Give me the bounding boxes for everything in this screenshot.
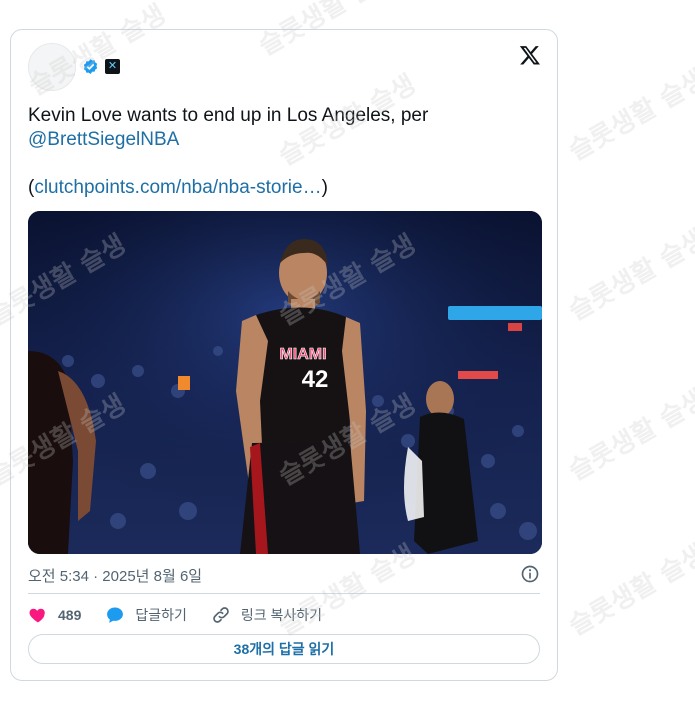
copy-link-label: 링크 복사하기 — [240, 607, 323, 623]
reply-bubble-icon — [107, 607, 124, 623]
x-logo-icon[interactable] — [519, 44, 541, 66]
like-button[interactable]: 489 — [28, 605, 81, 625]
jersey-number-label: 42 — [302, 366, 329, 393]
tweet-timestamp[interactable]: 오전 5:34 · 2025년 8월 6일 — [28, 565, 202, 586]
watermark: 슬롯생활 슬생 — [563, 539, 695, 642]
avatar[interactable] — [28, 43, 76, 91]
mention-link[interactable]: @BrettSiegelNBA — [28, 129, 179, 150]
watermark: 슬롯생활 슬생 — [563, 64, 695, 167]
watermark: 슬롯생활 슬생 — [563, 384, 695, 487]
basketball-photo: MIAMI 42 — [28, 211, 542, 554]
tweet-photo[interactable]: MIAMI 42 — [28, 211, 542, 554]
watermark: 슬롯생활 슬생 — [563, 224, 695, 327]
copy-link-button[interactable]: 링크 복사하기 — [211, 605, 322, 625]
reply-button[interactable]: 답글하기 — [105, 605, 187, 625]
jersey-team-label: MIAMI — [279, 346, 326, 363]
affiliate-badge-icon: ✕ — [105, 59, 120, 74]
tweet-card: ✕ Kevin Love wants to end up in Los Ange… — [10, 29, 558, 681]
tweet-text-line: Kevin Love wants to end up in Los Angele… — [28, 105, 429, 126]
read-replies-button[interactable]: 38개의 답글 읽기 — [28, 634, 540, 664]
tweet-actions: 489 답글하기 링크 복사하기 — [28, 603, 346, 627]
reply-label: 답글하기 — [135, 607, 187, 623]
link-paren-close: ) — [321, 177, 328, 198]
heart-icon — [29, 608, 45, 623]
tweet-text: Kevin Love wants to end up in Los Angele… — [28, 104, 528, 200]
info-icon[interactable] — [520, 564, 540, 584]
like-count: 489 — [58, 607, 82, 623]
divider — [28, 593, 540, 594]
verified-badge-icon — [83, 59, 98, 74]
article-link[interactable]: clutchpoints.com/nba/nba-storie… — [34, 177, 321, 198]
link-icon — [213, 607, 229, 623]
